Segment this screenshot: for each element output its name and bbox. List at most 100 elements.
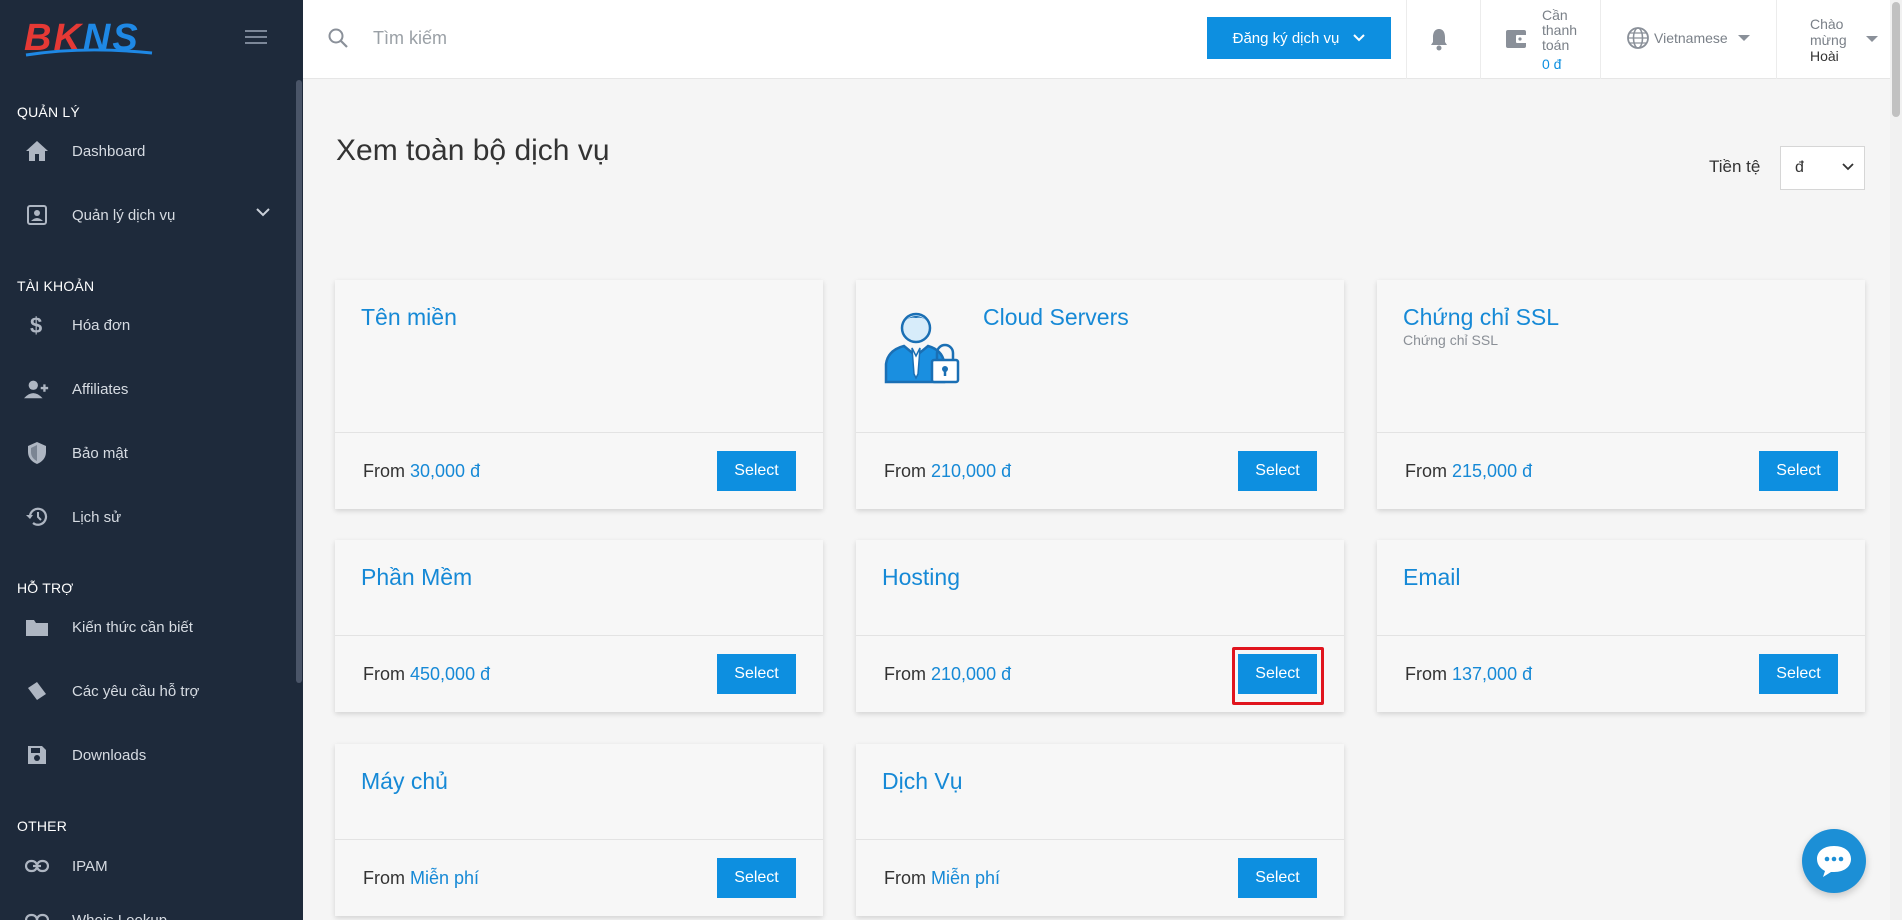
sidebar-item-services[interactable]: Quản lý dịch vụ [0,195,290,235]
sidebar-item-label: IPAM [72,857,108,875]
sidebar-item-knowledgebase[interactable]: Kiến thức cần biết [0,607,290,647]
service-card-software: Phần Mềm From 450,000 đ Select [335,540,823,712]
user-menu[interactable]: Chào mừng Hoài [1810,16,1847,64]
service-card-services: Dịch Vụ From Miễn phí Select [856,744,1344,916]
card-footer: From 210,000 đ Select [856,635,1344,712]
card-footer: From 210,000 đ Select [856,432,1344,509]
select-button[interactable]: Select [717,654,796,694]
page-scrollbar-thumb[interactable] [1892,2,1900,117]
top-header: Đăng ký dịch vụ Cần thanh toán 0 đ Vietn… [303,0,1902,79]
save-icon [24,742,50,768]
sidebar-item-label: Whois Lookup [72,911,168,920]
service-card-email: Email From 137,000 đ Select [1377,540,1865,712]
sidebar-item-label: Quản lý dịch vụ [72,206,176,224]
link-icon [24,853,50,879]
logo-row: BKNS [0,0,303,78]
users-icon [24,376,50,402]
card-price: From 210,000 đ [884,461,1012,481]
card-title[interactable]: Phần Mềm [361,564,472,591]
service-card-domain: Tên miền From 30,000 đ Select [335,280,823,509]
card-price: From Miễn phí [363,868,480,888]
amount-due-value[interactable]: 0 đ [1542,56,1561,72]
user-name: Hoài [1810,48,1839,64]
sidebar-item-whois[interactable]: Whois Lookup [0,900,290,920]
currency-value: đ [1795,159,1804,176]
sidebar: BKNS QUẢN LÝ Dashboard Quản lý dịch vụ T… [0,0,303,920]
wallet-icon [1506,30,1528,48]
dollar-icon: $ [24,312,50,338]
live-chat-button[interactable] [1802,829,1866,893]
select-button[interactable]: Select [1238,451,1317,491]
link-icon [24,907,50,920]
caret-down-icon[interactable] [1866,36,1878,42]
sidebar-item-history[interactable]: Lịch sử [0,497,290,537]
sidebar-item-label: Kiến thức cần biết [72,618,193,636]
card-title[interactable]: Chứng chỉ SSL [1403,304,1559,331]
select-button[interactable]: Select [1238,654,1317,694]
user-lock-icon [884,312,960,384]
shield-icon [24,440,50,466]
amount-due-label[interactable]: Cần thanh toán [1542,8,1577,53]
card-footer: From 450,000 đ Select [335,635,823,712]
currency-label: Tiền tệ [1709,157,1761,176]
history-icon [24,504,50,530]
section-title-support: HỖ TRỢ [17,580,74,596]
language-selector[interactable]: Vietnamese [1626,26,1750,50]
register-service-label: Đăng ký dịch vụ [1232,29,1340,47]
header-divider [1600,0,1601,79]
service-card-hosting: Hosting From 210,000 đ Select [856,540,1344,712]
sidebar-item-label: Hóa đơn [72,316,131,334]
sidebar-item-label: Affiliates [72,380,129,398]
search-input[interactable] [373,22,873,54]
service-card-server: Máy chủ From Miễn phí Select [335,744,823,916]
card-price: From Miễn phí [884,868,1001,888]
card-price: From 30,000 đ [363,461,481,481]
card-footer: From Miễn phí Select [335,839,823,916]
card-title[interactable]: Tên miền [361,304,457,331]
caret-down-icon [1737,35,1750,41]
header-divider [1406,0,1407,79]
card-footer: From 215,000 đ Select [1377,432,1865,509]
language-label: Vietnamese [1654,30,1728,46]
card-title[interactable]: Dịch Vụ [882,768,963,795]
search-icon[interactable] [327,27,349,49]
card-footer: From 137,000 đ Select [1377,635,1865,712]
select-button[interactable]: Select [1759,654,1838,694]
card-title[interactable]: Máy chủ [361,768,448,795]
chevron-down-icon [1842,163,1854,171]
chevron-down-icon [1353,34,1366,42]
bell-icon[interactable] [1429,27,1449,51]
card-title[interactable]: Cloud Servers [983,304,1129,331]
sidebar-scrollbar[interactable] [296,80,302,683]
folder-icon [24,614,50,640]
select-button[interactable]: Select [1759,451,1838,491]
sidebar-item-dashboard[interactable]: Dashboard [0,131,290,171]
select-button[interactable]: Select [717,858,796,898]
register-service-button[interactable]: Đăng ký dịch vụ [1207,17,1391,59]
chat-icon [1817,846,1851,877]
sidebar-item-invoices[interactable]: $ Hóa đơn [0,305,290,345]
sidebar-item-tickets[interactable]: Các yêu cầu hỗ trợ [0,671,290,711]
header-divider [1480,0,1481,79]
sidebar-item-label: Lịch sử [72,508,122,526]
sidebar-item-downloads[interactable]: Downloads [0,735,290,775]
sidebar-item-label: Các yêu cầu hỗ trợ [72,682,200,700]
select-button[interactable]: Select [717,451,796,491]
select-button[interactable]: Select [1238,858,1317,898]
page-scrollbar[interactable] [1890,0,1902,920]
sidebar-item-ipam[interactable]: IPAM [0,846,290,886]
card-price: From 210,000 đ [884,664,1012,684]
ticket-icon [24,678,50,704]
section-title-other: OTHER [17,818,67,834]
card-title[interactable]: Hosting [882,564,960,591]
chevron-down-icon[interactable] [256,207,270,217]
card-price: From 450,000 đ [363,664,491,684]
card-title[interactable]: Email [1403,564,1461,591]
section-title-account: TÀI KHOẢN [17,278,95,294]
currency-select[interactable]: đ [1780,146,1865,190]
menu-toggle-icon[interactable] [245,30,267,46]
sidebar-item-affiliates[interactable]: Affiliates [0,369,290,409]
sidebar-item-security[interactable]: Bảo mật [0,433,290,473]
page-title: Xem toàn bộ dịch vụ [336,134,610,167]
card-price: From 137,000 đ [1405,664,1533,684]
